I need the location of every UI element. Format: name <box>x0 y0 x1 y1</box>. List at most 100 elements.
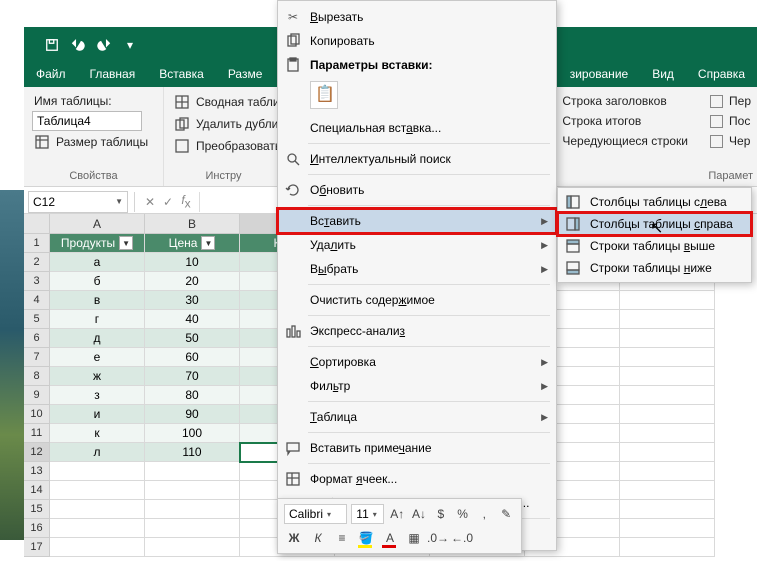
table-cell[interactable]: 30 <box>145 291 240 310</box>
filter-dropdown-icon[interactable]: ▼ <box>119 236 133 250</box>
enter-icon[interactable]: ✓ <box>159 195 177 209</box>
table-cell[interactable]: 40 <box>145 310 240 329</box>
menu-insert[interactable]: Вставить▶ <box>278 209 556 233</box>
row-header[interactable]: 11 <box>24 424 50 443</box>
pivot-table-button[interactable]: Сводная таблиц <box>172 91 275 113</box>
fill-color-icon[interactable]: 🪣 <box>356 528 376 548</box>
table-cell[interactable]: 90 <box>145 405 240 424</box>
table-cell[interactable]: и <box>50 405 145 424</box>
paste-options[interactable] <box>278 77 556 116</box>
row-header[interactable]: 2 <box>24 253 50 272</box>
menu-cut[interactable]: ✂Вырезать <box>278 5 556 29</box>
last-column-checkbox[interactable]: Пос <box>708 111 753 131</box>
font-color-icon[interactable]: A <box>380 528 400 548</box>
table-cell[interactable]: в <box>50 291 145 310</box>
row-header[interactable]: 8 <box>24 367 50 386</box>
row-header[interactable]: 17 <box>24 538 50 557</box>
submenu-rows-above[interactable]: Строки таблицы выше <box>558 235 751 257</box>
menu-filter[interactable]: Фильтр▶ <box>278 374 556 398</box>
row-headers[interactable]: 1234567891011121314151617 <box>24 234 50 557</box>
banded-rows-checkbox[interactable]: ✓Чередующиеся строки <box>541 131 690 151</box>
row-header[interactable]: 13 <box>24 462 50 481</box>
menu-clear-contents[interactable]: Очистить содержимое <box>278 288 556 312</box>
align-center-icon[interactable]: ≡ <box>332 528 352 548</box>
table-cell[interactable]: а <box>50 253 145 272</box>
menu-paste-special[interactable]: Специальная вставка... <box>278 116 556 140</box>
save-icon[interactable] <box>44 37 60 53</box>
tab-home[interactable]: Главная <box>78 63 148 87</box>
convert-range-button[interactable]: Преобразовать в <box>172 135 275 157</box>
table-cell[interactable]: 50 <box>145 329 240 348</box>
accounting-format-icon[interactable]: $ <box>432 504 450 524</box>
select-all-corner[interactable] <box>24 214 50 234</box>
row-header[interactable]: 1 <box>24 234 50 253</box>
tab-file[interactable]: Файл <box>24 63 78 87</box>
row-header[interactable]: 7 <box>24 348 50 367</box>
row-header[interactable]: 16 <box>24 519 50 538</box>
increase-font-icon[interactable]: A↑ <box>388 504 406 524</box>
cancel-icon[interactable]: ✕ <box>141 195 159 209</box>
borders-icon[interactable]: ▦ <box>404 528 424 548</box>
menu-table[interactable]: Таблица▶ <box>278 405 556 429</box>
menu-sort[interactable]: Сортировка▶ <box>278 350 556 374</box>
paste-option-default[interactable] <box>310 81 338 109</box>
customize-qat-icon[interactable]: ▾ <box>122 37 138 53</box>
tab-help[interactable]: Справка <box>686 63 757 87</box>
menu-insert-comment[interactable]: Вставить примечание <box>278 436 556 460</box>
increase-decimal-icon[interactable]: .0→ <box>428 528 448 548</box>
comma-format-icon[interactable]: , <box>475 504 493 524</box>
row-header[interactable]: 6 <box>24 329 50 348</box>
table-cell[interactable]: б <box>50 272 145 291</box>
menu-copy[interactable]: Копировать <box>278 29 556 53</box>
table-cell[interactable]: з <box>50 386 145 405</box>
submenu-rows-below[interactable]: Строки таблицы ниже <box>558 257 751 279</box>
row-header[interactable]: 14 <box>24 481 50 500</box>
row-header[interactable]: 3 <box>24 272 50 291</box>
menu-quick-analysis[interactable]: Экспресс-анализ <box>278 319 556 343</box>
header-row-checkbox[interactable]: ✓Строка заголовков <box>541 91 690 111</box>
font-combo[interactable]: Calibri▾ <box>284 504 347 524</box>
menu-delete[interactable]: Удалить▶ <box>278 233 556 257</box>
menu-smart-lookup[interactable]: Интеллектуальный поиск <box>278 147 556 171</box>
table-cell[interactable]: 20 <box>145 272 240 291</box>
percent-format-icon[interactable]: % <box>454 504 472 524</box>
table-cell[interactable]: 100 <box>145 424 240 443</box>
row-header[interactable]: 4 <box>24 291 50 310</box>
first-column-checkbox[interactable]: Пер <box>708 91 753 111</box>
redo-icon[interactable] <box>96 37 112 53</box>
filter-dropdown-icon[interactable]: ▼ <box>201 236 215 250</box>
table-cell[interactable]: е <box>50 348 145 367</box>
table-cell[interactable]: 10 <box>145 253 240 272</box>
resize-table-button[interactable]: Размер таблицы <box>32 131 155 153</box>
fx-icon[interactable]: fx <box>177 193 195 210</box>
menu-format-cells[interactable]: Формат ячеек... <box>278 467 556 491</box>
table-cell[interactable]: 80 <box>145 386 240 405</box>
submenu-columns-left[interactable]: Столбцы таблицы слева <box>558 191 751 213</box>
table-cell[interactable]: ж <box>50 367 145 386</box>
italic-button[interactable]: К <box>308 528 328 548</box>
submenu-columns-right[interactable]: Столбцы таблицы справа <box>558 213 751 235</box>
decrease-decimal-icon[interactable]: ←.0 <box>452 528 472 548</box>
table-cell[interactable]: д <box>50 329 145 348</box>
table-cell[interactable]: к <box>50 424 145 443</box>
table-header[interactable]: Цена▼ <box>145 234 240 253</box>
menu-select[interactable]: Выбрать▶ <box>278 257 556 281</box>
table-name-input[interactable] <box>32 111 142 131</box>
font-size-combo[interactable]: 11▾ <box>351 504 384 524</box>
tab-layout-partial[interactable]: Разме <box>216 63 275 87</box>
menu-refresh[interactable]: Обновить <box>278 178 556 202</box>
table-cell[interactable]: л <box>50 443 145 462</box>
table-cell[interactable]: г <box>50 310 145 329</box>
row-header[interactable]: 5 <box>24 310 50 329</box>
row-header[interactable]: 10 <box>24 405 50 424</box>
banded-columns-checkbox[interactable]: Чер <box>708 131 753 151</box>
tab-review-tail[interactable]: зирование <box>558 63 640 87</box>
table-cell[interactable]: 70 <box>145 367 240 386</box>
total-row-checkbox[interactable]: Строка итогов <box>541 111 690 131</box>
table-cell[interactable]: 60 <box>145 348 240 367</box>
tab-insert[interactable]: Вставка <box>147 63 216 87</box>
row-header[interactable]: 15 <box>24 500 50 519</box>
remove-duplicates-button[interactable]: Удалить дублика <box>172 113 275 135</box>
name-box[interactable]: C12▼ <box>28 191 128 213</box>
table-cell[interactable]: 110 <box>145 443 240 462</box>
